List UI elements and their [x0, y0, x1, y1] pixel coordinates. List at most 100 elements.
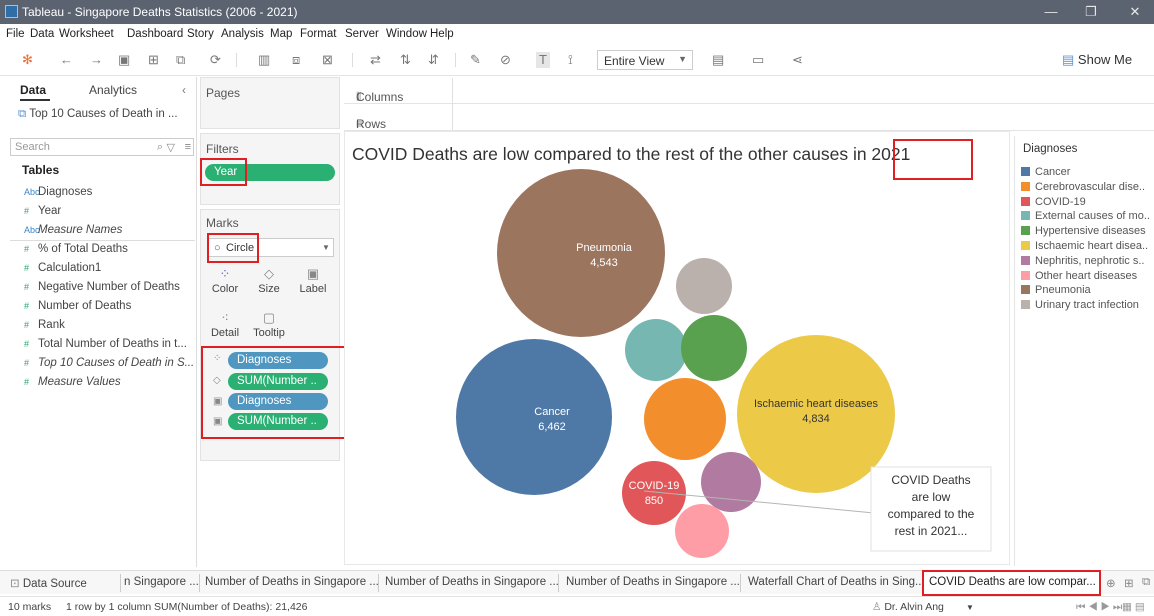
legend-item[interactable]: Hypertensive diseases [1021, 225, 1146, 237]
field-measure-values[interactable]: # Measure Values [24, 376, 121, 388]
string-type-icon: Abc [24, 225, 40, 235]
share-icon[interactable]: ⋖ [792, 52, 803, 68]
view-menu-icon[interactable]: ≡ [185, 141, 191, 153]
menu-file[interactable]: File [6, 28, 25, 40]
marks-label-button[interactable]: ▣ Label [294, 266, 332, 295]
sheet-tab-active[interactable]: COVID Deaths are low compar... [922, 570, 1101, 596]
marks-tooltip-button[interactable]: ▢ Tooltip [250, 310, 288, 339]
menu-data[interactable]: Data [30, 28, 54, 40]
view-size-value: Entire View [604, 54, 665, 68]
fix-axes-icon[interactable]: ⟟ [568, 52, 573, 68]
grid-view-icons[interactable]: ▦ ▤ [1122, 601, 1145, 613]
menu-analysis[interactable]: Analysis [221, 28, 264, 40]
field-total-deaths[interactable]: # Total Number of Deaths in t... [24, 338, 187, 350]
legend-item[interactable]: Pneumonia [1021, 284, 1091, 296]
menu-story[interactable]: Story [187, 28, 214, 40]
show-me-button[interactable]: ▤ Show Me [1062, 52, 1132, 68]
field-diagnoses[interactable]: AbcDiagnoses [24, 186, 92, 198]
legend-swatch [1021, 211, 1030, 221]
number-type-icon: # [24, 282, 30, 292]
columns-shelf[interactable]: ⦀ Columns [344, 78, 1154, 104]
field-calculation1[interactable]: # Calculation1 [24, 262, 101, 274]
legend-item[interactable]: Nephritis, nephrotic s.. [1021, 255, 1144, 267]
status-sum: SUM(Number of Deaths): 21,426 [154, 601, 308, 613]
duplicate-icon[interactable]: ⧈ [292, 52, 300, 68]
pause-updates-icon[interactable]: ⧉ [176, 52, 185, 68]
legend-item[interactable]: Urinary tract infection [1021, 299, 1139, 311]
sheet-nav-icons[interactable]: ⏮ ◀ ▶ ⏭ [1076, 601, 1122, 614]
tab-data[interactable]: Data [20, 83, 46, 97]
view-size-select[interactable]: Entire View ▼ [597, 50, 693, 70]
bubble-external[interactable] [625, 319, 687, 381]
marks-color-button[interactable]: ⁘ Color [206, 266, 244, 295]
sheet-tab[interactable]: Waterfall Chart of Deaths in Sing... [748, 576, 925, 588]
swap-icon[interactable]: ⇄ [370, 52, 381, 68]
search-input[interactable]: Search ⌕ ▽ ≡ [10, 138, 194, 156]
user-menu[interactable]: ♙ Dr. Alvin Ang [872, 601, 944, 613]
close-icon[interactable]: ✕ [1124, 3, 1146, 21]
legend-item[interactable]: Ischaemic heart disea.. [1021, 240, 1148, 252]
refresh-icon[interactable]: ⟳ [210, 52, 221, 68]
clear-sheet-icon[interactable]: ⊠ [322, 52, 333, 68]
bubble-covid[interactable] [622, 461, 686, 525]
field-top10[interactable]: # Top 10 Causes of Death in S... [24, 357, 194, 369]
legend-item[interactable]: Cancer [1021, 166, 1070, 178]
datasource-item[interactable]: ⧉ Top 10 Causes of Death in ... [18, 108, 178, 121]
presentation-icon[interactable]: ▭ [752, 52, 764, 68]
chevron-down-icon[interactable]: ▼ [966, 603, 974, 612]
menu-format[interactable]: Format [300, 28, 336, 40]
tab-analytics[interactable]: Analytics [89, 83, 137, 97]
new-worksheet-icon[interactable]: ▥ [258, 52, 270, 68]
menu-server[interactable]: Server [345, 28, 379, 40]
field-negative-deaths[interactable]: # Negative Number of Deaths [24, 281, 180, 293]
new-story-icon[interactable]: ⧉ [1142, 576, 1150, 589]
new-sheet-icon[interactable]: ⊕ [1106, 576, 1116, 590]
sheet-tab[interactable]: n Singapore ... [124, 576, 199, 588]
tab-data-source[interactable]: ⊡ Data Source [10, 576, 87, 590]
show-cards-icon[interactable]: ▤ [712, 52, 724, 68]
sheet-tab[interactable]: Number of Deaths in Singapore ... [385, 576, 559, 588]
minimize-icon[interactable]: — [1040, 3, 1062, 21]
save-icon[interactable]: ▣ [118, 52, 130, 68]
sort-asc-icon[interactable]: ⇅ [400, 52, 411, 68]
datasource-label: Top 10 Causes of Death in ... [29, 108, 178, 120]
pages-card[interactable] [200, 77, 340, 129]
collapse-pane-icon[interactable]: ‹ [182, 83, 186, 97]
new-dashboard-icon[interactable]: ⊞ [1124, 576, 1134, 590]
field-year[interactable]: # Year [24, 205, 61, 217]
rows-shelf[interactable]: ≡ Rows [344, 105, 1154, 131]
bubble-hypertensive[interactable] [681, 315, 747, 381]
tableau-star-icon[interactable]: ✻ [22, 52, 33, 68]
highlight-icon[interactable]: ✎ [470, 52, 481, 68]
menu-dashboard[interactable]: Dashboard [127, 28, 183, 40]
bubble-other-heart[interactable] [675, 504, 729, 558]
legend-item[interactable]: COVID-19 [1021, 196, 1086, 208]
bubble-cerebrovascular[interactable] [644, 378, 726, 460]
field-number-of-deaths[interactable]: # Number of Deaths [24, 300, 131, 312]
back-icon[interactable]: ← [60, 52, 73, 68]
new-datasource-icon[interactable]: ⊞ [148, 52, 159, 68]
restore-icon[interactable]: ❐ [1080, 3, 1102, 21]
menu-help[interactable]: Help [430, 28, 454, 40]
field-measure-names[interactable]: AbcMeasure Names [24, 224, 122, 236]
filter-icon[interactable]: ▽ [167, 141, 175, 154]
sort-desc-icon[interactable]: ⇵ [428, 52, 439, 68]
marks-detail-button[interactable]: ⁖ Detail [206, 310, 244, 339]
sheet-tab[interactable]: Number of Deaths in Singapore ... [566, 576, 740, 588]
sheet-tab[interactable]: Number of Deaths in Singapore ... [205, 576, 379, 588]
labels-icon[interactable]: T [536, 52, 550, 68]
menu-map[interactable]: Map [270, 28, 292, 40]
legend-label: Hypertensive diseases [1035, 225, 1146, 238]
legend-item[interactable]: Cerebrovascular dise.. [1021, 181, 1145, 193]
bubble-urinary[interactable] [676, 258, 732, 314]
group-icon[interactable]: ⊘ [500, 52, 511, 68]
menu-window[interactable]: Window [386, 28, 427, 40]
forward-icon[interactable]: → [90, 52, 103, 68]
field-rank[interactable]: # Rank [24, 319, 65, 331]
marks-size-button[interactable]: ◇ Size [250, 266, 288, 295]
legend-item[interactable]: Other heart diseases [1021, 270, 1137, 282]
menu-worksheet[interactable]: Worksheet [59, 28, 114, 40]
legend-item[interactable]: External causes of mo.. [1021, 210, 1150, 222]
field-pct-total-deaths[interactable]: #% of Total Deaths [24, 243, 128, 255]
bubble-nephritis[interactable] [701, 452, 761, 512]
